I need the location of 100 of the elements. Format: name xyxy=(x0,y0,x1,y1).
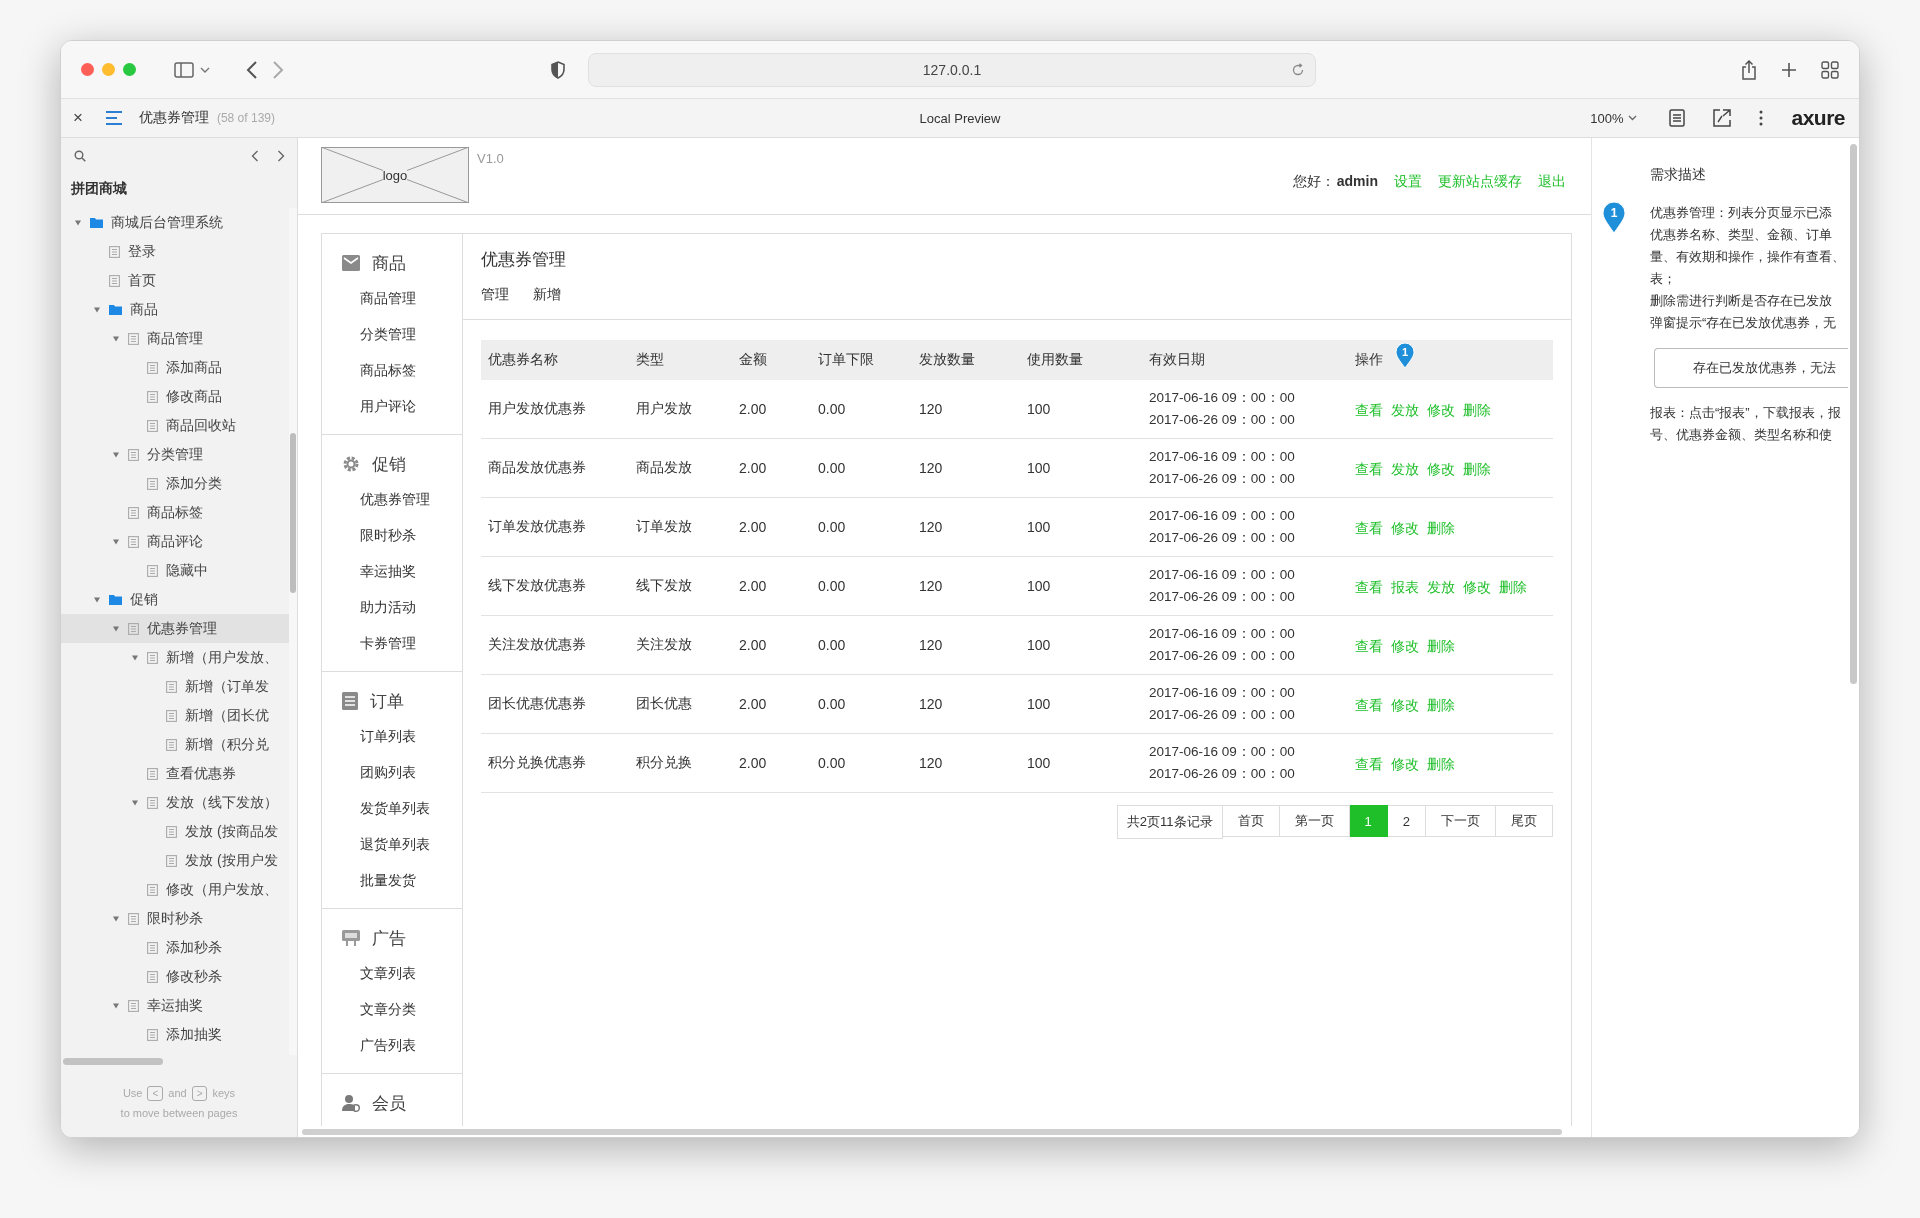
tree-item[interactable]: 查看优惠券 xyxy=(61,759,289,788)
expand-arrow-icon[interactable] xyxy=(112,450,120,459)
tree-item[interactable]: 添加秒杀 xyxy=(61,933,289,962)
nav-section-title[interactable]: 会员 xyxy=(372,1091,406,1115)
chevron-down-icon[interactable] xyxy=(200,65,210,74)
nav-item[interactable]: 广告列表 xyxy=(322,1027,462,1063)
close-window-icon[interactable] xyxy=(81,63,94,76)
tree-item[interactable]: 优惠券管理 xyxy=(61,614,289,643)
expand-arrow-icon[interactable] xyxy=(131,653,139,662)
search-icon[interactable] xyxy=(74,150,86,162)
expand-arrow-icon[interactable] xyxy=(112,1001,120,1010)
share-icon[interactable] xyxy=(1741,59,1757,80)
nav-item[interactable]: 订单列表 xyxy=(322,718,462,754)
nav-item[interactable]: 优惠券管理 xyxy=(322,481,462,517)
tree-item[interactable]: 新增（积分兑 xyxy=(61,730,289,759)
tree-item[interactable]: 分类管理 xyxy=(61,440,289,469)
nav-item[interactable]: 团购列表 xyxy=(322,754,462,790)
address-field[interactable]: 127.0.0.1 xyxy=(588,52,1316,87)
tree-item[interactable]: 修改商品 xyxy=(61,382,289,411)
new-tab-icon[interactable] xyxy=(1781,61,1797,78)
scrollbar[interactable] xyxy=(63,1058,163,1065)
tree-item[interactable]: 新增（用户发放、 xyxy=(61,643,289,672)
nav-item[interactable]: 退货单列表 xyxy=(322,826,462,862)
pagination-button[interactable]: 首页 xyxy=(1222,805,1280,837)
nav-item[interactable]: 用户评论 xyxy=(322,388,462,424)
tree-item[interactable]: 添加抽奖 xyxy=(61,1020,289,1049)
annotation-pin[interactable]: 1 xyxy=(1395,343,1415,369)
previous-page-icon[interactable] xyxy=(251,150,259,162)
forward-icon[interactable] xyxy=(272,60,284,79)
tree-item[interactable]: 发放 (按商品发 xyxy=(61,817,289,846)
expand-arrow-icon[interactable] xyxy=(93,595,101,604)
tree-item[interactable]: 发放 (按用户发 xyxy=(61,846,289,875)
inspect-icon[interactable] xyxy=(1713,109,1732,127)
page-icon xyxy=(128,506,139,519)
nav-section-title[interactable]: 广告 xyxy=(372,926,406,950)
tree-item[interactable]: 隐藏中 xyxy=(61,556,289,585)
shield-icon[interactable] xyxy=(550,60,566,79)
pagination-button[interactable]: 尾页 xyxy=(1496,805,1553,837)
nav-item[interactable]: 助力活动 xyxy=(322,589,462,625)
menu-icon[interactable] xyxy=(104,111,123,125)
sidebar-toggle-icon[interactable] xyxy=(174,61,194,78)
nav-item[interactable]: 分类管理 xyxy=(322,316,462,352)
expand-arrow-icon[interactable] xyxy=(93,305,101,314)
tree-item[interactable]: 发放（线下发放） xyxy=(61,788,289,817)
zoom-dropdown[interactable]: 100% xyxy=(1584,109,1644,127)
back-icon[interactable] xyxy=(246,60,258,79)
tree-item[interactable]: 新增（团长优 xyxy=(61,701,289,730)
reload-icon[interactable] xyxy=(1291,62,1305,77)
zoom-window-icon[interactable] xyxy=(123,63,136,76)
nav-section-title[interactable]: 促销 xyxy=(372,452,406,476)
annotation-pin[interactable]: 1 xyxy=(1602,202,1626,234)
tree-item[interactable]: 首页 xyxy=(61,266,289,295)
nav-section-title[interactable]: 商品 xyxy=(372,251,406,275)
nav-item[interactable]: 商品管理 xyxy=(322,280,462,316)
nav-item[interactable]: 限时秒杀 xyxy=(322,517,462,553)
nav-item[interactable]: 卡券管理 xyxy=(322,625,462,661)
note-text: 报表：点击“报表”，下载报表，报 xyxy=(1650,404,1842,422)
scrollbar[interactable] xyxy=(1850,144,1857,684)
nav-item[interactable]: 幸运抽奖 xyxy=(322,553,462,589)
more-icon[interactable] xyxy=(1759,110,1764,126)
nav-section-title[interactable]: 订单 xyxy=(370,689,404,713)
tree-item[interactable]: 添加分类 xyxy=(61,469,289,498)
nav-item[interactable]: 发货单列表 xyxy=(322,790,462,826)
tree-item[interactable]: 促销 xyxy=(61,585,289,614)
notes-icon[interactable] xyxy=(1669,109,1686,127)
table-cell: 100 xyxy=(1027,696,1051,712)
nav-item[interactable]: 批量发货 xyxy=(322,862,462,898)
expand-arrow-icon[interactable] xyxy=(112,624,120,633)
tree-item[interactable]: 添加商品 xyxy=(61,353,289,382)
next-page-icon[interactable] xyxy=(277,150,285,162)
tab-overview-icon[interactable] xyxy=(1821,60,1839,79)
pagination-button[interactable]: 2 xyxy=(1387,805,1426,837)
tree-item[interactable]: 商品回收站 xyxy=(61,411,289,440)
tree-item[interactable]: 幸运抽奖 xyxy=(61,991,289,1020)
expand-arrow-icon[interactable] xyxy=(74,218,82,227)
tree-item[interactable]: 登录 xyxy=(61,237,289,266)
pagination-button[interactable]: 下一页 xyxy=(1426,805,1496,837)
tree-item[interactable]: 商品评论 xyxy=(61,527,289,556)
expand-arrow-icon[interactable] xyxy=(112,914,120,923)
tree-item[interactable]: 商城后台管理系统 xyxy=(61,208,289,237)
tree-item[interactable]: 商品管理 xyxy=(61,324,289,353)
tree-item[interactable]: 限时秒杀 xyxy=(61,904,289,933)
expand-arrow-icon[interactable] xyxy=(112,334,120,343)
close-button[interactable]: × xyxy=(69,108,87,128)
scrollbar[interactable] xyxy=(302,1129,1562,1135)
nav-item[interactable]: 文章分类 xyxy=(322,991,462,1027)
nav-item[interactable]: 商品标签 xyxy=(322,352,462,388)
tree-item[interactable]: 修改（用户发放、 xyxy=(61,875,289,904)
tree-item[interactable]: 商品 xyxy=(61,295,289,324)
expand-arrow-icon[interactable] xyxy=(112,537,120,546)
scrollbar[interactable] xyxy=(290,433,296,593)
nav-item[interactable]: 文章列表 xyxy=(322,955,462,991)
tree-item[interactable]: 新增（订单发 xyxy=(61,672,289,701)
tree-item[interactable]: 商品标签 xyxy=(61,498,289,527)
tree-item[interactable]: 修改秒杀 xyxy=(61,962,289,991)
tab[interactable]: 管理 xyxy=(481,286,509,319)
expand-arrow-icon[interactable] xyxy=(131,798,139,807)
tab[interactable]: 新增 xyxy=(533,286,561,319)
table-cell: 订单发放 xyxy=(636,518,692,536)
pagination-button[interactable]: 第一页 xyxy=(1279,805,1350,837)
